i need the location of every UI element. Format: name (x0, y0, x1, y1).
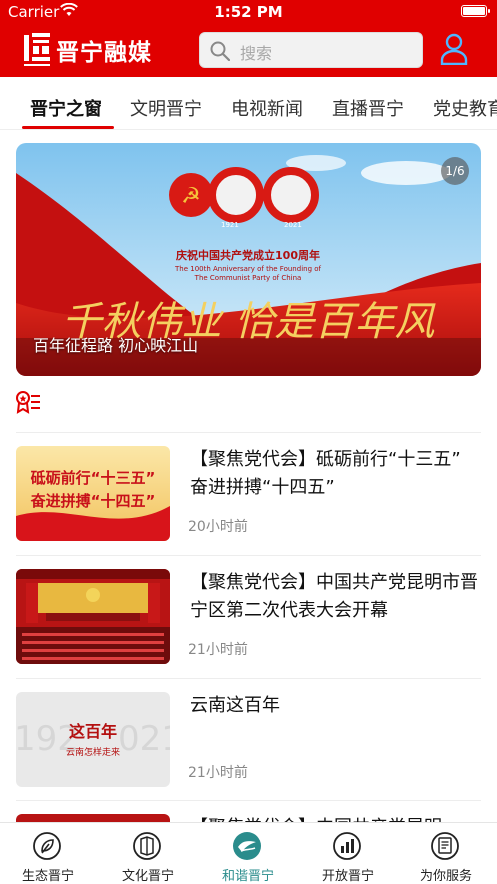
news-item[interactable]: 192 021 这百年 云南怎样走来 云南这百年 21小时前 (16, 678, 481, 788)
app-header: 晋宁融媒 搜索 (0, 24, 497, 77)
category-tabs: 晋宁之窗 文明晋宁 电视新闻 直播晋宁 党史教育 (0, 77, 497, 129)
svg-text:☭: ☭ (181, 184, 201, 209)
svg-text:砥砺前行“十三五”: 砥砺前行“十三五” (31, 469, 156, 487)
harmony-icon (233, 832, 261, 860)
news-thumbnail: 192 021 这百年 云南怎样走来 (16, 692, 170, 787)
svg-text:2021: 2021 (284, 221, 302, 229)
tab-live-jinning[interactable]: 直播晋宁 (332, 95, 404, 121)
battery-icon (461, 5, 490, 17)
nav-harmony[interactable]: 和谐晋宁 (208, 823, 288, 884)
ecology-icon (33, 832, 61, 860)
nav-label: 为你服务 (419, 869, 472, 884)
nav-service[interactable]: 为你服务 (406, 823, 486, 884)
news-thumbnail (16, 569, 170, 664)
svg-text:021: 021 (118, 719, 170, 759)
news-item[interactable]: 砥砺前行“十三五” 奋进拼搏“十四五” 【聚焦党代会】砥砺前行“十三五” 奋进拼… (16, 432, 481, 542)
banner-en-line1: The 100th Anniversary of the Founding of (174, 265, 322, 273)
app-name: 晋宁融媒 (56, 40, 152, 66)
news-title: 云南这百年 (190, 695, 280, 716)
nav-label: 开放晋宁 (321, 869, 374, 884)
nav-open[interactable]: 开放晋宁 (308, 823, 388, 884)
party-badge-list-icon (16, 391, 40, 414)
nav-culture[interactable]: 文化晋宁 (108, 823, 188, 884)
banner-cn-title: 庆祝中国共产党成立100周年 (175, 248, 320, 262)
news-title: 【聚焦党代会】中国共产党昆明 (190, 814, 480, 822)
news-title: 【聚焦党代会】砥砺前行“十三五” 奋进拼搏“十四五” (190, 449, 461, 498)
tab-tv-news[interactable]: 电视新闻 (231, 95, 303, 121)
svg-text:奋进拼搏“十四五”: 奋进拼搏“十四五” (30, 492, 156, 510)
svg-text:1921: 1921 (221, 221, 239, 229)
banner-page-counter: 1/6 (441, 157, 469, 185)
news-time: 21小时前 (188, 765, 248, 781)
nav-label: 文化晋宁 (121, 869, 174, 884)
svg-text:这百年: 这百年 (69, 722, 117, 741)
service-icon (431, 832, 459, 860)
nav-ecology[interactable]: 生态晋宁 (8, 823, 88, 884)
news-item[interactable]: 【聚焦党代会】中国共产党昆明市晋宁区第二次代表大会开幕 21小时前 (16, 555, 481, 665)
news-item[interactable]: 【聚焦党代会】中国共产党昆明 (16, 800, 481, 822)
culture-icon (133, 832, 161, 860)
status-bar: Carrier 1:52 PM (0, 0, 497, 24)
svg-text:云南怎样走来: 云南怎样走来 (66, 746, 120, 758)
bottom-nav: 生态晋宁 文化晋宁 和谐晋宁 开放晋宁 为你服务 (0, 822, 497, 884)
news-thumbnail: 砥砺前行“十三五” 奋进拼搏“十四五” (16, 446, 170, 541)
clock: 1:52 PM (214, 3, 283, 21)
nav-label: 生态晋宁 (21, 869, 74, 884)
user-profile-icon[interactable] (440, 33, 468, 65)
news-time: 20小时前 (188, 519, 248, 535)
app-logo[interactable]: 晋宁融媒 (24, 32, 152, 68)
tab-civilized-jinning[interactable]: 文明晋宁 (130, 95, 202, 121)
open-icon (333, 832, 361, 860)
tab-party-history[interactable]: 党史教育 (433, 95, 497, 121)
banner-caption: 百年征程路 初心映江山 (33, 336, 199, 355)
news-title: 【聚焦党代会】中国共产党昆明市晋宁区第二次代表大会开幕 (190, 572, 478, 621)
tab-jinning-window[interactable]: 晋宁之窗 (30, 95, 102, 121)
search-bar[interactable]: 搜索 (199, 32, 423, 68)
news-thumbnail (16, 814, 170, 822)
logo-mark-icon (24, 33, 50, 66)
banner-carousel[interactable]: ☭ 1921 2021 庆祝中国共产党成立100周年 The 100th Ann… (16, 143, 481, 376)
banner-en-line2: The Communist Party of China (194, 274, 302, 282)
nav-label: 和谐晋宁 (221, 869, 274, 884)
tabs-divider (0, 129, 497, 130)
search-icon (210, 41, 230, 61)
search-placeholder: 搜索 (240, 44, 273, 63)
news-time: 21小时前 (188, 642, 248, 658)
